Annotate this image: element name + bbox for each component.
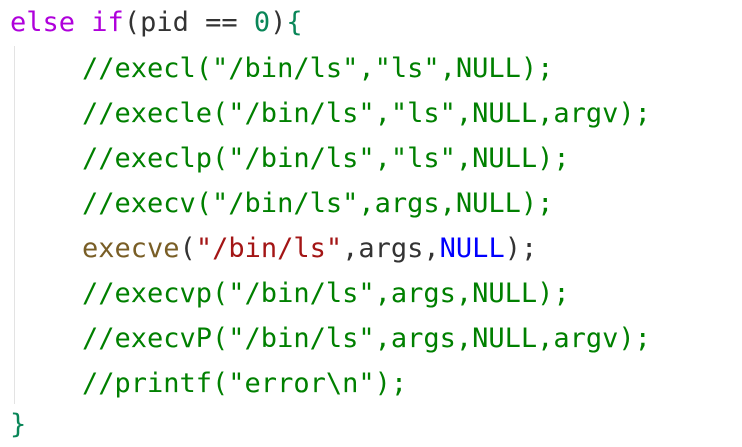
indent-guide [14, 46, 15, 404]
execve-close: ); [504, 233, 538, 264]
code-line-execle-comment: //execle("/bin/ls","ls",NULL,argv); [82, 91, 651, 136]
comment-execl: //execl("/bin/ls","ls",NULL); [82, 53, 554, 84]
open-brace: { [286, 7, 303, 38]
execve-function: execve [82, 233, 180, 264]
comment-execle: //execle("/bin/ls","ls",NULL,argv); [82, 98, 651, 129]
code-line-execl-comment: //execl("/bin/ls","ls",NULL); [82, 46, 553, 91]
args-token: ,args, [342, 233, 440, 264]
code-line-close-brace: } [10, 402, 26, 447]
comment-printf: //printf("error\n"); [82, 368, 408, 399]
code-editor[interactable]: else if(pid == 0){ //execl("/bin/ls","ls… [0, 0, 742, 447]
code-line-execvp-comment: //execvp("/bin/ls",args,NULL); [82, 271, 570, 316]
code-line-execlp-comment: //execlp("/bin/ls","ls",NULL); [82, 136, 570, 181]
zero-literal: 0 [253, 7, 271, 38]
comment-execlp: //execlp("/bin/ls","ls",NULL); [82, 143, 570, 174]
execve-open-paren: ( [179, 233, 196, 264]
code-line-execvP-comment: //execvP("/bin/ls",args,NULL,argv); [82, 316, 651, 361]
code-line-execv-comment: //execv("/bin/ls",args,NULL); [82, 181, 553, 226]
condition-open: (pid == [123, 7, 254, 38]
path-string-literal: "/bin/ls" [195, 233, 343, 264]
else-keyword: else [10, 7, 76, 38]
code-line-else-if: else if(pid == 0){ [10, 0, 303, 45]
comment-execvp: //execvp("/bin/ls",args,NULL); [82, 278, 570, 309]
condition-close: ) [270, 7, 287, 38]
code-line-execve: execve("/bin/ls",args,NULL); [82, 226, 537, 271]
comment-execv: //execv("/bin/ls",args,NULL); [82, 188, 554, 219]
code-line-printf-comment: //printf("error\n"); [82, 361, 407, 406]
close-brace: } [10, 409, 27, 440]
comment-execvP: //execvP("/bin/ls",args,NULL,argv); [82, 323, 651, 354]
if-keyword: if [91, 7, 124, 38]
null-constant: NULL [439, 233, 505, 264]
